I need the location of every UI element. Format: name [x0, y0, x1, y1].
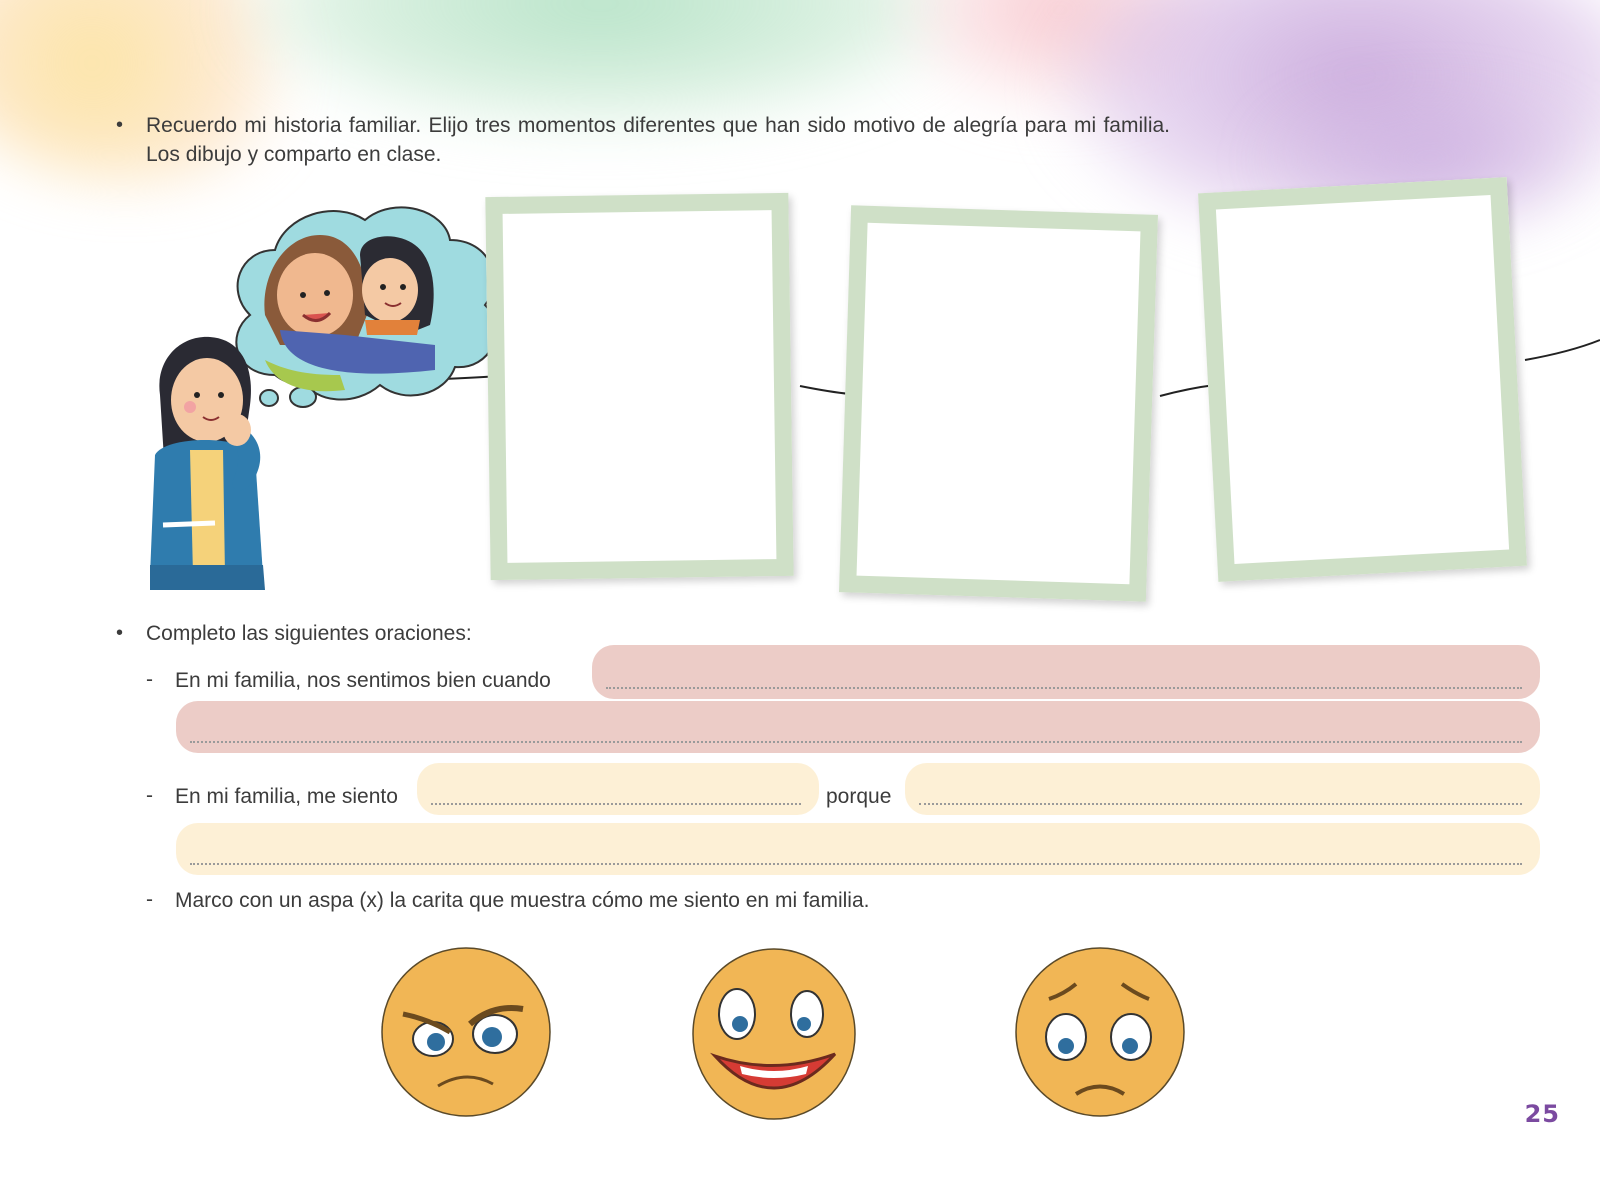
answer-feeling-field[interactable]	[417, 763, 819, 815]
sentence-1-prompt: En mi familia, nos sentimos bien cuando	[175, 669, 551, 692]
happy-face-icon[interactable]	[690, 946, 858, 1122]
page-number: 25	[1524, 1100, 1560, 1128]
bullet: •	[116, 114, 124, 136]
sentence-2-prompt: En mi familia, me siento	[175, 785, 398, 808]
dash: -	[146, 668, 153, 691]
answer-reason-field[interactable]	[905, 763, 1540, 815]
angry-face-icon[interactable]	[378, 944, 558, 1124]
dash: -	[146, 784, 153, 807]
sentence-2-connector: porque	[826, 785, 892, 808]
girl-thinking-illustration	[150, 206, 498, 590]
drawing-frame-2[interactable]	[838, 205, 1159, 602]
bullet: •	[116, 622, 124, 644]
activity1-instruction: Recuerdo mi historia familiar. Elijo tre…	[146, 114, 1170, 166]
sentence-3-prompt: Marco con un aspa (x) la carita que mues…	[175, 889, 870, 912]
drawing-frame-3[interactable]	[1198, 177, 1527, 582]
answer-line-2b[interactable]	[176, 823, 1540, 875]
dash: -	[146, 888, 153, 911]
answer-line-1b[interactable]	[176, 701, 1540, 753]
drawing-frame-1[interactable]	[485, 192, 794, 581]
activity2-instruction: Completo las siguientes oraciones:	[146, 622, 472, 645]
answer-line-1a[interactable]	[592, 645, 1540, 699]
sad-face-icon[interactable]	[1014, 944, 1186, 1120]
